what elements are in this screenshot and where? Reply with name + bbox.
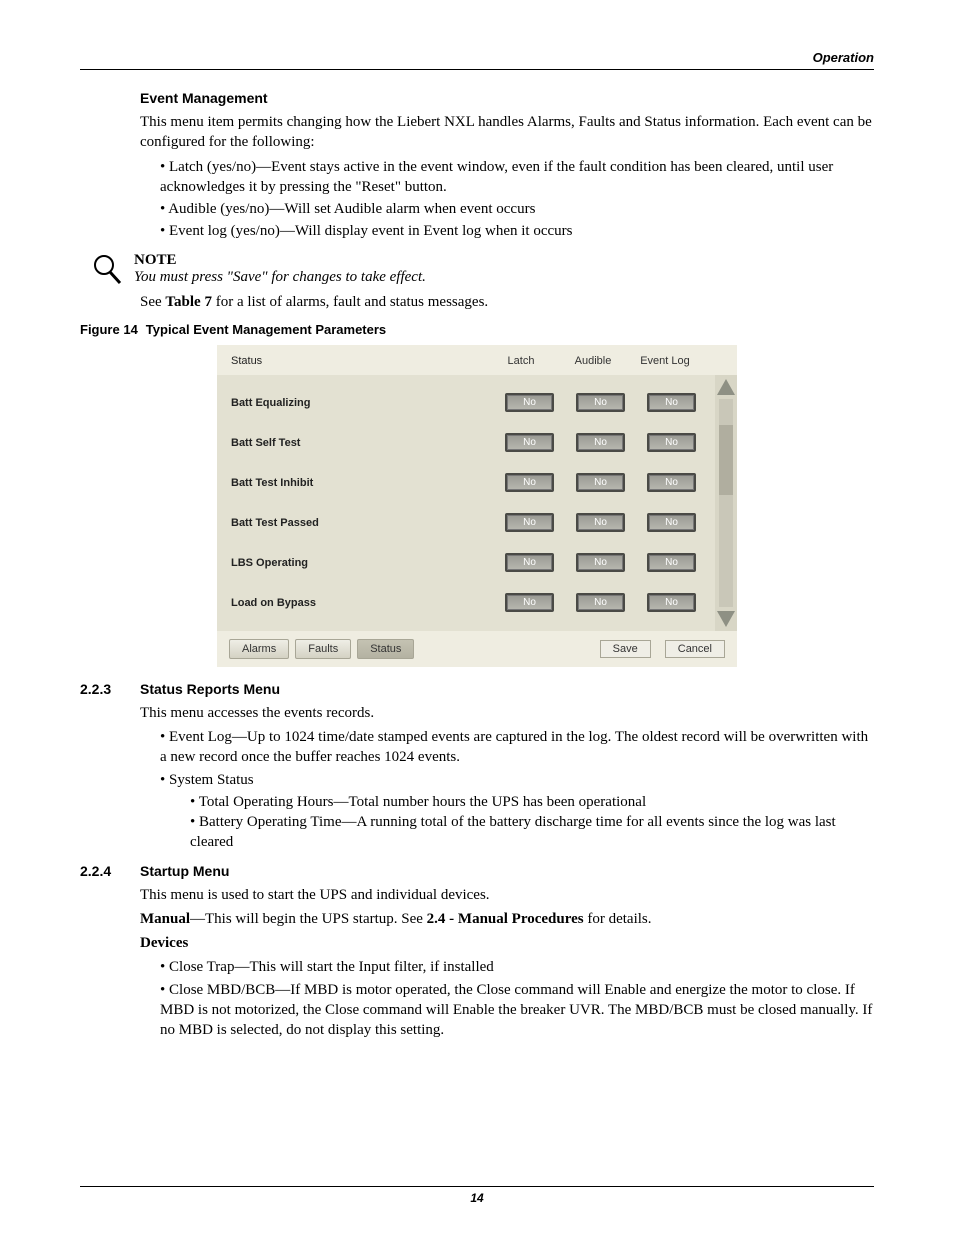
table-row: Batt Equalizing No No No: [231, 383, 707, 423]
text: for details.: [584, 911, 652, 927]
scroll-down-icon[interactable]: [717, 611, 735, 627]
list-item: Total Operating Hours—Total number hours…: [190, 792, 874, 812]
audible-toggle[interactable]: No: [576, 513, 625, 532]
audible-toggle[interactable]: No: [576, 393, 625, 412]
running-head: Operation: [80, 50, 874, 70]
latch-toggle[interactable]: No: [505, 473, 554, 492]
config-options-list: Latch (yes/no)—Event stays active in the…: [160, 157, 874, 242]
latch-toggle[interactable]: No: [505, 513, 554, 532]
list-item: Close MBD/BCB—If MBD is motor operated, …: [160, 980, 874, 1041]
table-row: Batt Self Test No No No: [231, 423, 707, 463]
tab-alarms[interactable]: Alarms: [229, 639, 289, 659]
section-title: Status Reports Menu: [140, 681, 280, 697]
audible-toggle[interactable]: No: [576, 473, 625, 492]
audible-toggle[interactable]: No: [576, 593, 625, 612]
list-item: Event Log—Up to 1024 time/date stamped e…: [160, 727, 874, 768]
row-label: LBS Operating: [231, 557, 494, 569]
text: —This will begin the UPS startup. See: [190, 911, 427, 927]
row-label: Batt Test Inhibit: [231, 477, 494, 489]
manual-paragraph: Manual—This will begin the UPS startup. …: [140, 909, 874, 929]
section-title: Startup Menu: [140, 863, 229, 879]
list-item: System Status Total Operating Hours—Tota…: [160, 770, 874, 853]
scroll-up-icon[interactable]: [717, 379, 735, 395]
row-label: Batt Equalizing: [231, 397, 494, 409]
list-item: Event log (yes/no)—Will display event in…: [160, 221, 874, 241]
column-header-latch: Latch: [485, 355, 557, 367]
figure-number: Figure 14: [80, 322, 138, 337]
audible-toggle[interactable]: No: [576, 433, 625, 452]
table-row: Load on Bypass No No No: [231, 583, 707, 623]
list-item: Audible (yes/no)—Will set Audible alarm …: [160, 199, 874, 219]
save-button[interactable]: Save: [600, 640, 651, 658]
intro-paragraph: This menu item permits changing how the …: [140, 112, 874, 153]
table-ref: Table 7: [165, 294, 212, 310]
cancel-button[interactable]: Cancel: [665, 640, 725, 658]
column-header-eventlog: Event Log: [629, 355, 701, 367]
system-status-sublist: Total Operating Hours—Total number hours…: [190, 792, 874, 853]
eventlog-toggle[interactable]: No: [647, 433, 696, 452]
tab-faults[interactable]: Faults: [295, 639, 351, 659]
row-label: Batt Self Test: [231, 437, 494, 449]
table-row: LBS Operating No No No: [231, 543, 707, 583]
status-reports-list: Event Log—Up to 1024 time/date stamped e…: [160, 727, 874, 853]
note-label: NOTE: [134, 252, 426, 269]
magnifier-icon: [90, 252, 124, 286]
latch-toggle[interactable]: No: [505, 553, 554, 572]
section-paragraph: This menu accesses the events records.: [140, 703, 874, 723]
page-number: 14: [80, 1186, 874, 1205]
manual-label: Manual: [140, 911, 190, 927]
event-rows: Batt Equalizing No No No Batt Self Test …: [217, 375, 715, 631]
row-label: Batt Test Passed: [231, 517, 494, 529]
scrollbar[interactable]: [715, 375, 737, 631]
section-number: 2.2.4: [80, 863, 122, 879]
heading-event-management: Event Management: [140, 90, 874, 106]
section-paragraph: This menu is used to start the UPS and i…: [140, 885, 874, 905]
text: See: [140, 294, 165, 310]
latch-toggle[interactable]: No: [505, 393, 554, 412]
manual-ref: 2.4 - Manual Procedures: [427, 911, 584, 927]
scroll-thumb[interactable]: [719, 425, 733, 495]
note-body: You must press "Save" for changes to tak…: [134, 269, 426, 286]
column-header-audible: Audible: [557, 355, 629, 367]
latch-toggle[interactable]: No: [505, 593, 554, 612]
eventlog-toggle[interactable]: No: [647, 593, 696, 612]
tab-status[interactable]: Status: [357, 639, 414, 659]
column-header-status: Status: [231, 355, 485, 367]
list-item: Latch (yes/no)—Event stays active in the…: [160, 157, 874, 198]
row-label: Load on Bypass: [231, 597, 494, 609]
text: System Status: [169, 772, 254, 788]
event-management-panel: Status Latch Audible Event Log Batt Equa…: [217, 345, 737, 667]
scroll-track[interactable]: [719, 399, 733, 607]
devices-label: Devices: [140, 933, 874, 953]
list-item: Battery Operating Time—A running total o…: [190, 812, 874, 853]
list-item: Close Trap—This will start the Input fil…: [160, 957, 874, 977]
eventlog-toggle[interactable]: No: [647, 553, 696, 572]
eventlog-toggle[interactable]: No: [647, 393, 696, 412]
text: for a list of alarms, fault and status m…: [212, 294, 488, 310]
devices-list: Close Trap—This will start the Input fil…: [160, 957, 874, 1040]
eventlog-toggle[interactable]: No: [647, 473, 696, 492]
audible-toggle[interactable]: No: [576, 553, 625, 572]
eventlog-toggle[interactable]: No: [647, 513, 696, 532]
section-number: 2.2.3: [80, 681, 122, 697]
latch-toggle[interactable]: No: [505, 433, 554, 452]
see-table-paragraph: See Table 7 for a list of alarms, fault …: [140, 292, 874, 312]
table-row: Batt Test Inhibit No No No: [231, 463, 707, 503]
figure-title: Typical Event Management Parameters: [146, 322, 386, 337]
table-row: Batt Test Passed No No No: [231, 503, 707, 543]
